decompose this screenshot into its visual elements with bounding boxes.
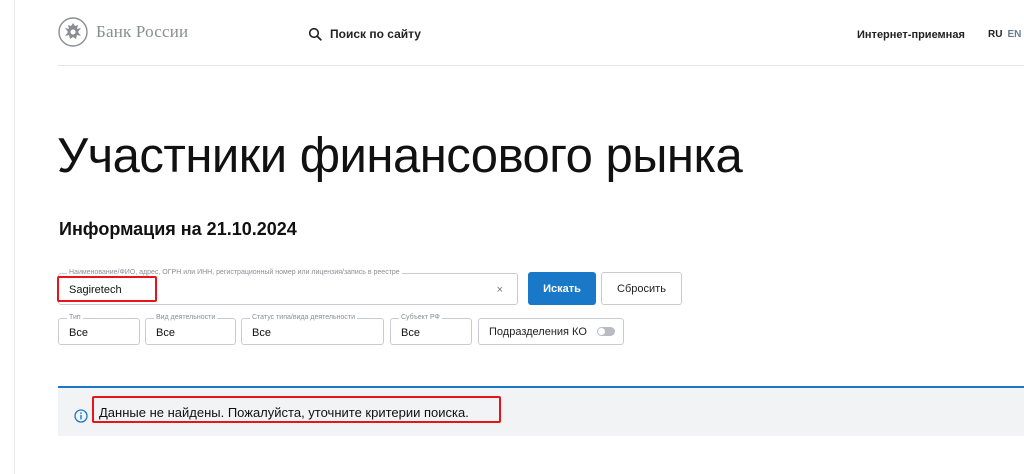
status-filter-value: Все: [252, 327, 271, 339]
type-filter-select[interactable]: Тип Все: [58, 313, 140, 345]
activity-filter-value: Все: [156, 327, 175, 339]
internet-reception-link[interactable]: Интернет-приемная: [857, 29, 965, 41]
lang-en[interactable]: EN: [1007, 29, 1021, 40]
activity-filter-select[interactable]: Вид деятельности Все: [145, 313, 236, 345]
info-icon: [74, 409, 88, 423]
eagle-emblem-icon: [58, 17, 88, 47]
status-filter-legend: Статус типа/вида деятельности: [250, 313, 358, 323]
info-date-heading: Информация на 21.10.2024: [59, 219, 297, 239]
type-filter-value: Все: [69, 327, 88, 339]
reset-button[interactable]: Сбросить: [601, 272, 682, 305]
page-title: Участники финансового рынка: [57, 129, 743, 183]
search-input-value: Sagiretech: [69, 284, 122, 296]
site-header: Банк России Поиск по сайту Интернет-прие…: [0, 0, 1024, 66]
bank-logo[interactable]: Банк России: [58, 17, 188, 47]
type-filter-legend: Тип: [67, 313, 83, 323]
branches-toggle-switch[interactable]: [596, 327, 615, 336]
branches-toggle-label: Подразделения КО: [489, 325, 587, 338]
page-left-border: [14, 0, 15, 474]
region-filter-legend: Субъект РФ: [399, 313, 442, 323]
activity-filter-legend: Вид деятельности: [154, 313, 218, 323]
logo-text: Банк России: [96, 22, 189, 41]
region-filter-value: Все: [401, 327, 420, 339]
search-input[interactable]: Наименование/ФИО, адрес, ОГРН или ИНН, р…: [58, 268, 518, 305]
language-switcher: RU EN: [988, 29, 1021, 40]
branches-toggle-control[interactable]: Подразделения КО: [478, 318, 624, 345]
no-results-notice: Данные не найдены. Пожалуйста, уточните …: [58, 386, 1024, 436]
search-button[interactable]: Искать: [528, 272, 596, 305]
clear-icon[interactable]: ×: [497, 284, 503, 296]
search-link-label: Поиск по сайту: [330, 27, 421, 41]
search-icon: [308, 27, 322, 41]
status-filter-select[interactable]: Статус типа/вида деятельности Все: [241, 313, 384, 345]
site-search-link[interactable]: Поиск по сайту: [308, 27, 421, 41]
region-filter-select[interactable]: Субъект РФ Все: [390, 313, 472, 345]
search-input-legend: Наименование/ФИО, адрес, ОГРН или ИНН, р…: [67, 268, 402, 278]
lang-ru[interactable]: RU: [988, 29, 1002, 40]
header-divider: [58, 65, 1024, 66]
no-results-message: Данные не найдены. Пожалуйста, уточните …: [99, 405, 469, 420]
